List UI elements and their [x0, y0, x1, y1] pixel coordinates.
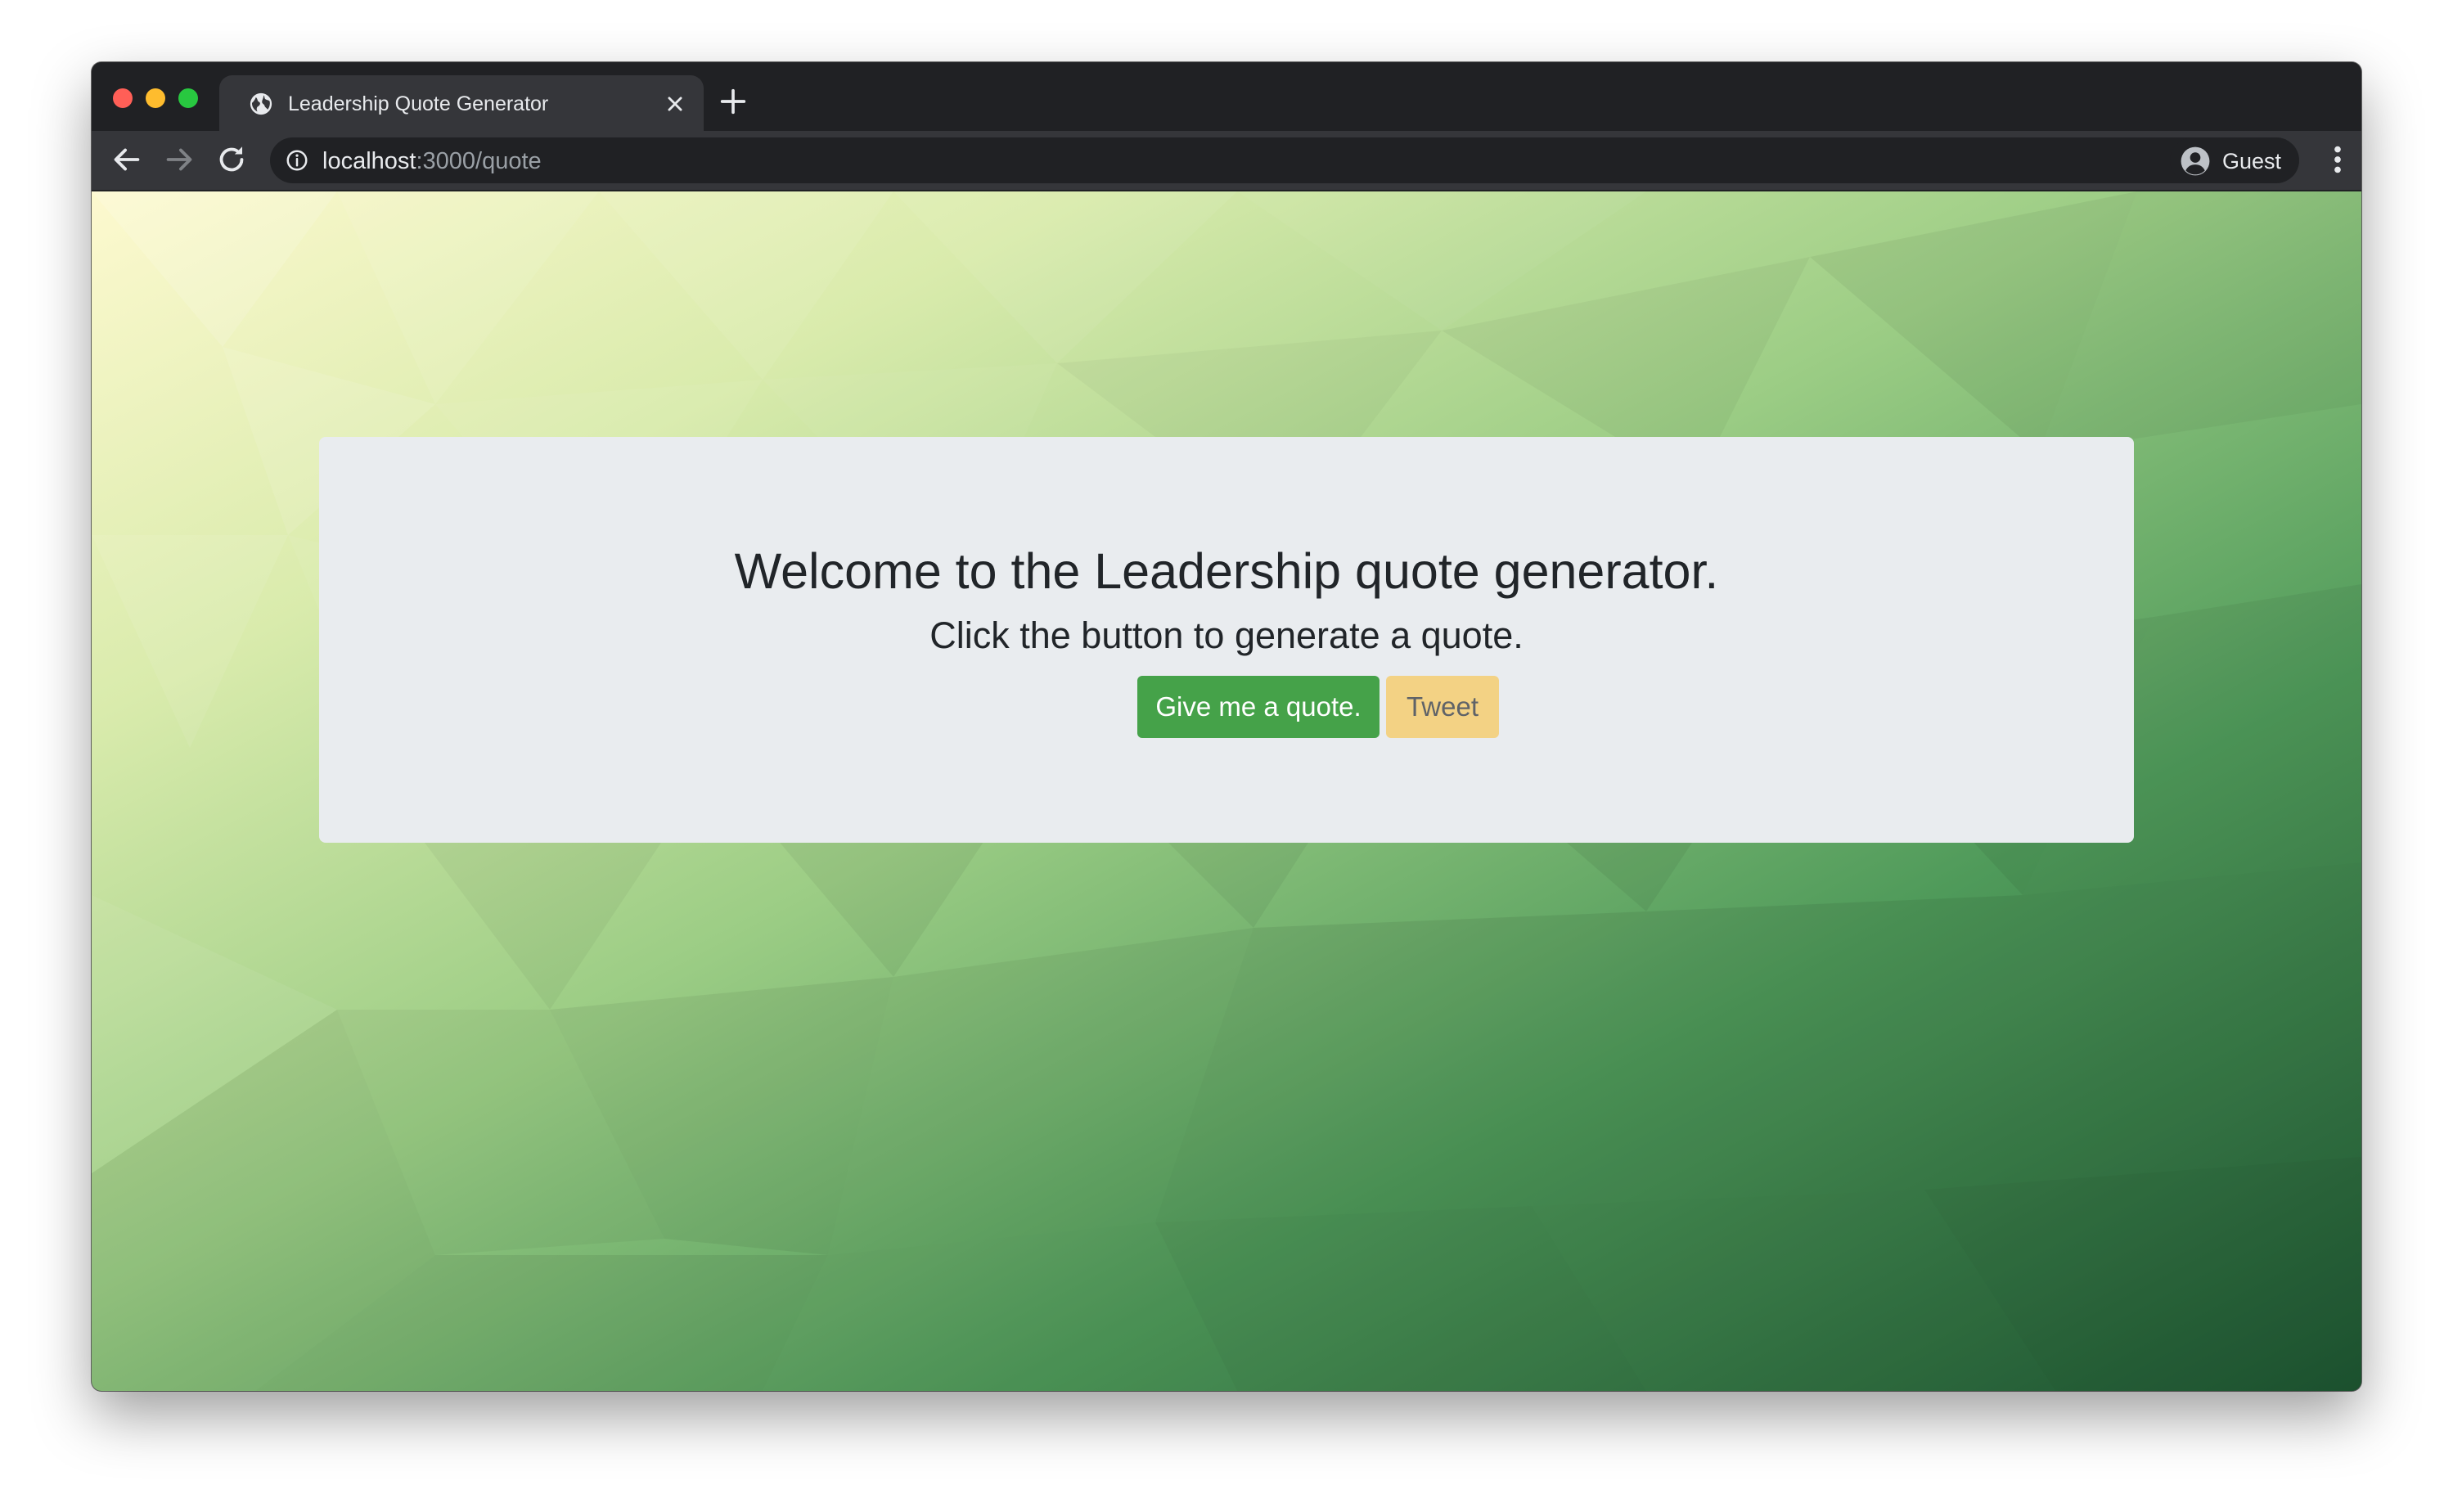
arrow-left-icon[interactable] — [108, 141, 146, 178]
address-bar[interactable]: localhost:3000/quote — [270, 137, 2244, 183]
reload-icon[interactable] — [213, 141, 250, 178]
tab-title: Leadership Quote Generator — [288, 92, 549, 115]
kebab-menu-icon[interactable] — [2319, 141, 2356, 178]
avatar-icon — [2181, 146, 2210, 176]
profile-button[interactable]: Guest — [2170, 137, 2299, 183]
page-subtitle: Click the button to generate a quote. — [929, 614, 1524, 656]
browser-window: Leadership Quote Generator localhost:300… — [92, 62, 2361, 1391]
info-icon[interactable] — [285, 148, 309, 173]
close-window-button[interactable] — [113, 88, 133, 108]
close-icon[interactable] — [661, 90, 689, 118]
globe-icon — [250, 92, 272, 115]
url-path: :3000/quote — [416, 148, 542, 174]
url-host: localhost — [322, 148, 416, 174]
plus-icon[interactable] — [717, 85, 749, 118]
page-viewport: Welcome to the Leadership quote generato… — [92, 191, 2361, 1391]
tweet-button[interactable]: Tweet — [1386, 676, 1499, 738]
page-title: Welcome to the Leadership quote generato… — [734, 543, 1719, 599]
minimize-window-button[interactable] — [146, 88, 165, 108]
browser-tab[interactable]: Leadership Quote Generator — [219, 75, 704, 131]
give-quote-button[interactable]: Give me a quote. — [1137, 676, 1380, 738]
welcome-panel: Welcome to the Leadership quote generato… — [319, 437, 2134, 843]
profile-label: Guest — [2222, 149, 2282, 173]
browser-toolbar: localhost:3000/quote Guest — [92, 131, 2361, 191]
tab-strip: Leadership Quote Generator — [92, 62, 2361, 131]
url-text: localhost:3000/quote — [322, 148, 542, 174]
zoom-window-button[interactable] — [178, 88, 198, 108]
arrow-right-icon[interactable] — [160, 141, 198, 178]
